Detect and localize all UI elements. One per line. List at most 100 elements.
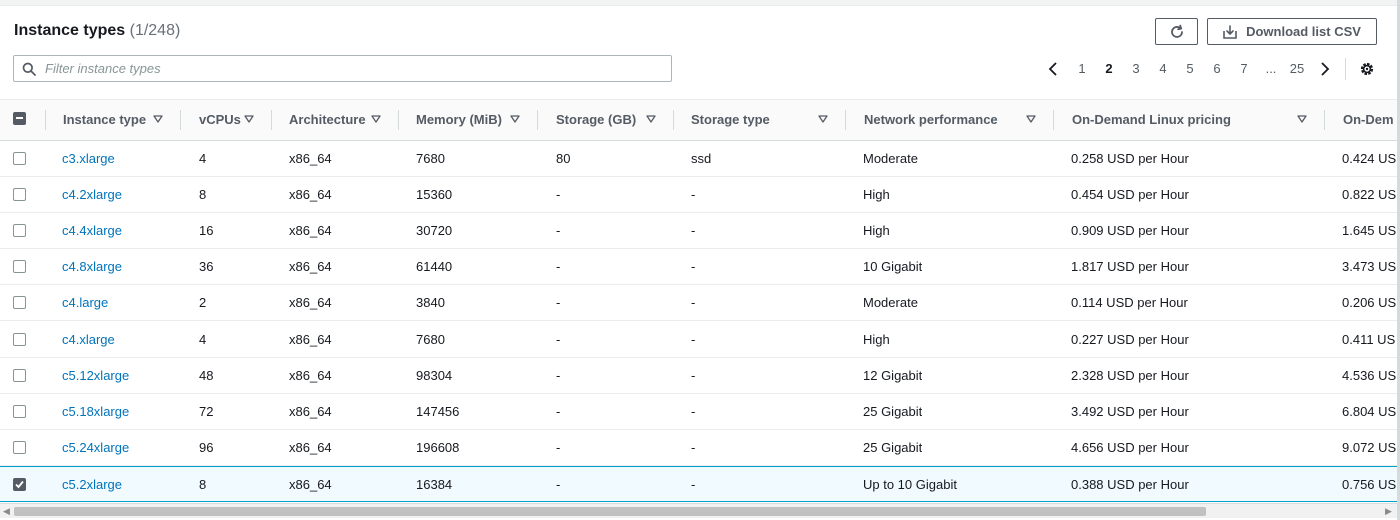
scroll-left-arrow-icon[interactable]: ◀ [3,506,10,517]
column-separator[interactable] [1324,110,1325,130]
col-header-linux-pricing[interactable]: On-Demand Linux pricing [1072,100,1231,140]
table-row[interactable]: c5.24xlarge 96 x86_64 196608 - - 25 Gigabit 4.6… [0,430,1397,466]
column-separator[interactable] [1053,110,1054,130]
sort-caret-icon[interactable] [371,114,381,124]
sort-caret-icon[interactable] [1297,114,1307,124]
column-separator[interactable] [537,110,538,130]
memory-cell: 98304 [416,368,453,383]
table-row[interactable]: c4.2xlarge 8 x86_64 15360 - - High 0.454 USD pe… [0,177,1397,213]
instance-type-cell[interactable]: c3.xlarge [62,141,115,177]
column-separator[interactable] [673,110,674,130]
sort-caret-icon[interactable] [1026,114,1036,124]
storage-cell: - [556,223,561,238]
vcpus-cell: 72 [199,404,214,419]
gear-icon [1360,62,1374,76]
sort-caret-icon[interactable] [153,114,163,124]
storage-type-cell: - [691,404,696,419]
linux-pricing-cell: 0.454 USD per Hour [1071,187,1189,202]
search-icon [22,62,36,76]
instance-type-cell[interactable]: c4.xlarge [62,322,115,358]
filter-input[interactable] [45,61,645,76]
column-separator[interactable] [845,110,846,130]
filter-box[interactable] [13,55,672,82]
col-header-storage-type[interactable]: Storage type [691,100,770,140]
col-header-architecture[interactable]: Architecture [289,100,366,140]
row-checkbox[interactable] [13,296,26,309]
network-cell: 25 Gigabit [863,440,923,455]
sort-caret-icon[interactable] [244,114,254,124]
row-checkbox[interactable] [13,369,26,382]
column-separator[interactable] [271,110,272,130]
linux-pricing-cell: 1.817 USD per Hour [1071,259,1189,274]
table-row[interactable]: c4.4xlarge 16 x86_64 30720 - - High 0.909 USD p… [0,213,1397,249]
table-row[interactable]: c5.18xlarge 72 x86_64 147456 - - 25 Gigabit 3.4… [0,394,1397,430]
scroll-right-arrow-icon[interactable]: ▶ [1385,506,1392,517]
instance-type-cell[interactable]: c5.12xlarge [62,358,129,394]
page-1[interactable]: 1 [1075,59,1089,79]
sort-caret-icon[interactable] [510,114,520,124]
instance-type-cell[interactable]: c4.2xlarge [62,177,122,213]
col-header-vcpus[interactable]: vCPUs [199,100,241,140]
row-checkbox[interactable] [13,260,26,273]
page-6[interactable]: 6 [1210,59,1224,79]
scrollbar-thumb[interactable] [14,507,1206,516]
col-header-network[interactable]: Network performance [864,100,998,140]
table-row[interactable]: c4.large 2 x86_64 3840 - - Moderate 0.114 USD p… [0,285,1397,321]
table-row[interactable]: c4.8xlarge 36 x86_64 61440 - - 10 Gigabit 1.817… [0,249,1397,285]
instance-type-cell[interactable]: c4.8xlarge [62,249,122,285]
col-header-instance-type[interactable]: Instance type [63,100,146,140]
col-header-memory[interactable]: Memory (MiB) [416,100,502,140]
row-checkbox[interactable] [13,152,26,165]
column-separator[interactable] [398,110,399,130]
instance-type-cell[interactable]: c4.large [62,285,108,321]
linux-pricing-cell: 3.492 USD per Hour [1071,404,1189,419]
table-row[interactable]: c4.xlarge 4 x86_64 7680 - - High 0.227 USD per … [0,322,1397,358]
row-checkbox[interactable] [13,333,26,346]
instance-type-cell[interactable]: c5.24xlarge [62,430,129,466]
storage-type-cell: - [691,259,696,274]
page-7[interactable]: 7 [1237,59,1251,79]
prev-page-button[interactable] [1046,59,1060,79]
architecture-cell: x86_64 [289,477,332,492]
storage-cell: - [556,404,561,419]
download-icon [1223,24,1237,39]
row-checkbox[interactable] [13,478,26,491]
page-25[interactable]: 25 [1288,59,1306,79]
preferences-button[interactable] [1356,57,1378,81]
horizontal-scrollbar[interactable]: ◀ ▶ [0,503,1397,518]
page-3[interactable]: 3 [1129,59,1143,79]
page-4[interactable]: 4 [1156,59,1170,79]
col-header-storage[interactable]: Storage (GB) [556,100,636,140]
windows-pricing-cell: 1.645 US [1342,223,1397,238]
windows-pricing-cell: 0.822 US [1342,187,1397,202]
table-row[interactable]: c5.12xlarge 48 x86_64 98304 - - 12 Gigabit 2.32… [0,358,1397,394]
instance-type-cell[interactable]: c5.18xlarge [62,394,129,430]
column-separator[interactable] [45,110,46,130]
page-ellipsis: ... [1265,61,1277,76]
architecture-cell: x86_64 [289,368,332,383]
architecture-cell: x86_64 [289,404,332,419]
sort-caret-icon[interactable] [818,114,828,124]
sort-caret-icon[interactable] [646,114,656,124]
select-all-checkbox[interactable] [13,112,26,125]
memory-cell: 196608 [416,440,460,455]
download-csv-button[interactable]: Download list CSV [1207,18,1377,45]
instance-type-cell[interactable]: c4.4xlarge [62,213,122,249]
vcpus-cell: 4 [199,151,207,166]
table-row[interactable]: c3.xlarge 4 x86_64 7680 80 ssd Moderate 0.258 U… [0,141,1397,177]
row-checkbox[interactable] [13,405,26,418]
next-page-button[interactable] [1318,59,1332,79]
col-header-windows-pricing[interactable]: On-Dem [1343,100,1397,140]
table-row[interactable]: c5.2xlarge 8 x86_64 16384 - - Up to 10 Gigabit… [0,466,1397,502]
refresh-button[interactable] [1155,18,1198,45]
storage-type-cell: - [691,440,696,455]
linux-pricing-cell: 0.909 USD per Hour [1071,223,1189,238]
row-checkbox[interactable] [13,441,26,454]
column-separator[interactable] [180,110,181,130]
page-2[interactable]: 2 [1102,59,1116,79]
row-checkbox[interactable] [13,188,26,201]
page-5[interactable]: 5 [1183,59,1197,79]
instance-type-cell[interactable]: c5.2xlarge [62,467,122,503]
storage-cell: - [556,440,561,455]
row-checkbox[interactable] [13,224,26,237]
